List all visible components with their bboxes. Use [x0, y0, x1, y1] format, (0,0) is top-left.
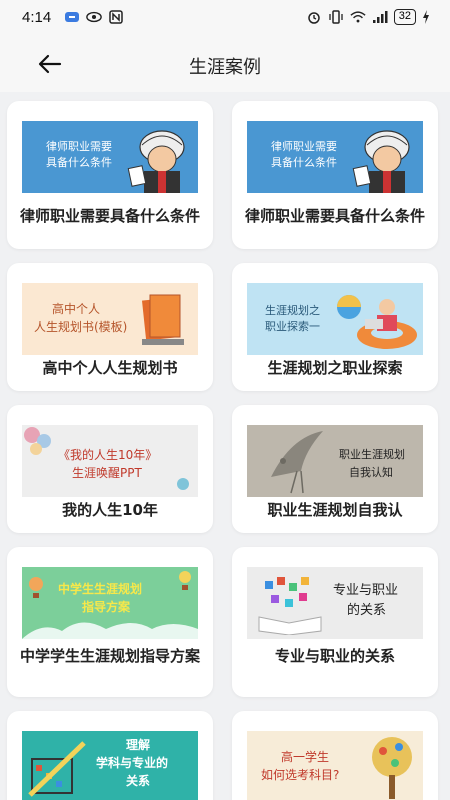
thumbnail-text: 理解: [126, 738, 151, 752]
wifi-icon: [350, 11, 366, 23]
thumbnail-text: 律师职业需要具备什么条件: [271, 140, 337, 169]
case-thumbnail: 专业与职业 的关系: [247, 567, 423, 639]
book-stack-illustration: [141, 294, 184, 345]
case-title: 律师职业需要具备什么条件: [244, 207, 425, 225]
nfc-icon: [109, 10, 123, 24]
case-card[interactable]: 高一学生 如何选考科目?: [232, 711, 438, 800]
thumbnail-text: 专业与职业: [333, 583, 399, 598]
thumbnail-text: 自我认知: [349, 466, 393, 479]
page-title: 生涯案例: [189, 57, 261, 78]
battery-level: 32: [393, 9, 416, 25]
thumbnail-text: 关系: [126, 774, 151, 788]
lawyer-illustration: [352, 130, 410, 193]
case-title: 职业生涯规划自我认: [267, 501, 403, 519]
thumbnail-text: 人生规划书(模板): [34, 320, 128, 334]
flower-icon: [177, 478, 189, 490]
thumbnail-text: 生涯规划之: [265, 304, 320, 317]
thumbnail-text: 职业探索一: [265, 320, 320, 333]
case-title: 生涯规划之职业探索: [267, 359, 403, 377]
thumbnail-text: 学科与专业的: [96, 756, 169, 770]
case-card[interactable]: 理解 学科与专业的 关系: [7, 711, 213, 800]
case-thumbnail: 高一学生 如何选考科目?: [247, 731, 423, 800]
charging-icon: [423, 10, 429, 24]
thumbnail-text: 指导方案: [82, 600, 131, 614]
hot-air-balloon-icon: [179, 571, 191, 590]
book-apps-illustration: [258, 577, 322, 635]
tree-illustration: [372, 737, 412, 799]
swim-ring-illustration: [337, 295, 417, 349]
status-right-icons: 32: [306, 9, 430, 25]
case-card[interactable]: 律师职业需要具备什么条件 律师职业需要具备什么条件: [7, 101, 213, 249]
case-card[interactable]: 律师职业需要具备什么条件 律师职业需要具备什么条件: [232, 101, 438, 249]
thumbnail-text: 中学生生涯规划: [58, 582, 143, 596]
case-title: 高中个人人生规划书: [42, 359, 178, 377]
case-card[interactable]: 《我的人生10年》 生涯唤醒PPT 我的人生10年: [7, 405, 213, 533]
balloons-illustration: [24, 427, 51, 455]
case-card[interactable]: 职业生涯规划 自我认知 职业生涯规划自我认: [232, 405, 438, 533]
lawyer-illustration: [127, 130, 185, 193]
thumbnail-text: 《我的人生10年》: [58, 448, 158, 462]
case-card[interactable]: 生涯规划之 职业探索一 生涯规划之职业探索: [232, 263, 438, 391]
thumbnail-text: 生涯唤醒PPT: [72, 466, 142, 480]
thumbnail-text: 职业生涯规划: [339, 448, 405, 461]
case-title: 律师职业需要具备什么条件: [19, 207, 200, 225]
eye-icon: [86, 11, 102, 23]
case-card[interactable]: 高中个人 人生规划书(模板) 高中个人人生规划书: [7, 263, 213, 391]
abacus-ruler-illustration: [28, 741, 86, 797]
case-thumbnail: 高中个人 人生规划书(模板): [22, 283, 198, 355]
hot-air-balloon-icon: [29, 577, 43, 598]
crane-illustration: [271, 431, 323, 494]
alarm-icon: [308, 12, 320, 24]
case-thumbnail: 理解 学科与专业的 关系: [22, 731, 198, 800]
status-bar: 4:14 32: [0, 0, 450, 36]
top-app-bar: 生涯案例: [0, 36, 450, 92]
signal-icon: [372, 11, 388, 23]
thumbnail-text: 高一学生: [281, 750, 330, 764]
case-card[interactable]: 中学生生涯规划 指导方案 中学学生生涯规划指导方案: [7, 547, 213, 697]
status-left-icons: [64, 10, 124, 24]
case-card[interactable]: 专业与职业 的关系 专业与职业的关系: [232, 547, 438, 697]
case-thumbnail: 律师职业需要具备什么条件: [22, 121, 198, 193]
case-thumbnail: 《我的人生10年》 生涯唤醒PPT: [22, 425, 198, 497]
thumbnail-text: 的关系: [347, 603, 387, 618]
case-thumbnail: 律师职业需要具备什么条件: [247, 121, 423, 193]
thumbnail-text: 如何选考科目?: [261, 768, 340, 782]
thumbnail-text: 律师职业需要具备什么条件: [46, 140, 112, 169]
case-title: 专业与职业的关系: [274, 647, 395, 665]
vibrate-icon: [329, 10, 343, 24]
clouds-decoration: [22, 622, 198, 639]
case-thumbnail: 职业生涯规划 自我认知: [247, 425, 423, 497]
case-title: 我的人生10年: [62, 501, 158, 519]
thumbnail-text: 高中个人: [52, 302, 101, 316]
app-notification-icon: [65, 12, 79, 22]
case-title: 中学学生生涯规划指导方案: [19, 647, 200, 665]
case-thumbnail: 中学生生涯规划 指导方案: [22, 567, 198, 639]
status-time: 4:14: [22, 9, 52, 26]
case-thumbnail: 生涯规划之 职业探索一: [247, 283, 423, 355]
